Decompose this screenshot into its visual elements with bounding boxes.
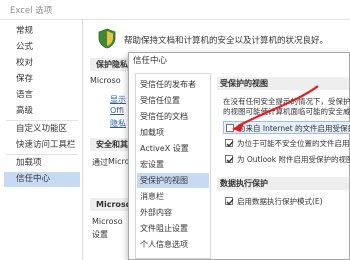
dialog-nav-external-content[interactable]: 外部内容: [137, 205, 209, 220]
outlook-attachments-label: 为 Outlook 附件启用受保护的视图: [237, 155, 350, 164]
background-text: 设置: [92, 230, 108, 239]
internet-files-checkbox[interactable]: [226, 124, 234, 132]
dialog-nav-macro-settings[interactable]: 宏设置: [137, 157, 209, 172]
dialog-nav-trusted-locations[interactable]: 受信任位置: [137, 93, 209, 108]
window-titlebar: Excel 选项: [0, 0, 350, 20]
protected-view-description: 的视图可能使计算机面临可能的安全威胁: [223, 107, 350, 116]
background-text: Microso: [92, 217, 123, 226]
dialog-nav-protected-view[interactable]: 受保护的视图: [137, 173, 209, 188]
option-outlook-attachments[interactable]: 为 Outlook 附件启用受保护的视图: [223, 153, 350, 166]
background-link[interactable]: 显示: [110, 94, 126, 105]
dep-label: 启用数据执行保护模式(E): [237, 197, 323, 206]
protected-view-pane: 受保护的视图 在没有任何安全提示的情况下，受保护视 的视图可能使计算机面临可能的…: [217, 73, 350, 259]
trust-center-header: 帮助保持文档和计算机的安全以及计算机的状况良好。: [94, 26, 350, 52]
nav-item-save[interactable]: 保存: [4, 72, 80, 87]
dialog-nav-trusted-documents[interactable]: 受信任的文档: [137, 109, 209, 124]
background-text: 通过: [92, 158, 108, 167]
shield-icon: [98, 28, 116, 49]
unsafe-locations-checkbox[interactable]: [225, 139, 234, 147]
option-internet-files[interactable]: 为来自 Internet 的文件启用受保护的: [223, 121, 350, 134]
trust-center-description: 帮助保持文档和计算机的安全以及计算机的状况良好。: [124, 36, 329, 46]
dep-section-title: 数据执行保护: [217, 177, 349, 190]
dialog-title: 信任中心: [129, 53, 349, 70]
nav-item-language[interactable]: 语言: [4, 88, 80, 103]
dialog-nav-message-bar[interactable]: 消息栏: [137, 189, 209, 204]
nav-item-proofing[interactable]: 校对: [4, 56, 80, 71]
checkmark-icon: [226, 199, 234, 205]
nav-divider: [6, 154, 78, 155]
option-dep[interactable]: 启用数据执行保护模式(E): [223, 195, 350, 208]
nav-item-customize-ribbon[interactable]: 自定义功能区: [4, 122, 80, 137]
dialog-nav-activex[interactable]: ActiveX 设置: [137, 141, 209, 156]
dialog-nav-file-block[interactable]: 文件阻止设置: [137, 221, 209, 236]
dialog-nav: 受信任的发布者 受信任位置 受信任的文档 加载项 ActiveX 设置 宏设置 …: [135, 73, 211, 259]
trust-center-dialog: 信任中心 受信任的发布者 受信任位置 受信任的文档 加载项 ActiveX 设置…: [128, 52, 350, 260]
option-unsafe-locations[interactable]: 为位于可能不安全位置的文件启用受保: [223, 137, 350, 150]
dialog-nav-privacy-options[interactable]: 个人信息选项: [137, 237, 209, 252]
nav-item-add-ins[interactable]: 加载项: [4, 156, 80, 171]
dialog-nav-trusted-publishers[interactable]: 受信任的发布者: [137, 77, 209, 92]
nav-item-advanced[interactable]: 高级: [4, 104, 80, 119]
unsafe-locations-label: 为位于可能不安全位置的文件启用受保: [237, 139, 350, 148]
nav-item-quick-access-toolbar[interactable]: 快速访问工具栏: [4, 138, 80, 153]
nav-item-formulas[interactable]: 公式: [4, 40, 80, 55]
dep-checkbox[interactable]: [225, 197, 234, 205]
options-left-nav: 常规 公式 校对 保存 语言 高级 自定义功能区 快速访问工具栏 加载项 信任中…: [0, 20, 83, 260]
nav-divider: [6, 120, 78, 121]
nav-item-general[interactable]: 常规: [4, 24, 80, 39]
checkmark-icon: [226, 157, 234, 163]
dialog-nav-add-ins[interactable]: 加载项: [137, 125, 209, 140]
outlook-attachments-checkbox[interactable]: [225, 155, 234, 163]
internet-files-label: 为来自 Internet 的文件启用受保护的: [238, 124, 350, 133]
background-link[interactable]: 隐私: [110, 118, 126, 129]
nav-item-trust-center[interactable]: 信任中心: [4, 172, 80, 187]
window-title: Excel 选项: [10, 6, 53, 16]
background-text: Microso: [90, 76, 121, 85]
protected-view-section-title: 受保护的视图: [217, 77, 349, 90]
checkmark-icon: [226, 141, 234, 147]
background-link[interactable]: Offi: [110, 106, 124, 115]
protected-view-description: 在没有任何安全提示的情况下，受保护视: [223, 97, 350, 106]
